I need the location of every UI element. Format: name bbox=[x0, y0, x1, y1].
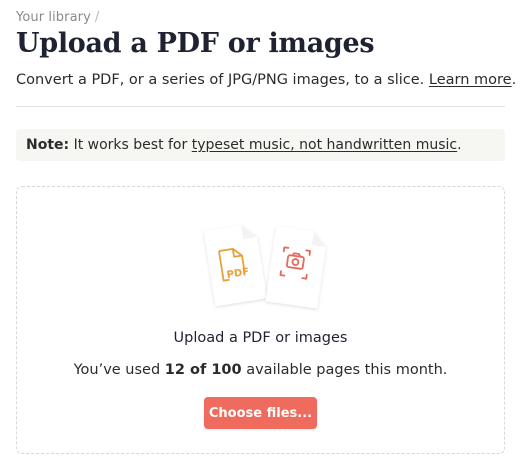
image-file-icon bbox=[265, 226, 326, 309]
page-title: Upload a PDF or images bbox=[16, 28, 375, 59]
breadcrumb-your-library-link[interactable]: Your library bbox=[16, 10, 91, 25]
breadcrumb: Your library / bbox=[16, 10, 99, 25]
subtitle-end: . bbox=[511, 72, 517, 88]
typeset-music-link[interactable]: typeset music, not handwritten music bbox=[192, 137, 457, 153]
usage-prefix: You’ve used bbox=[73, 362, 161, 378]
upload-dropzone[interactable]: PDF Upload a PDF or images You’ve used 1… bbox=[16, 186, 505, 454]
divider bbox=[16, 106, 505, 107]
upload-illustration: PDF bbox=[203, 225, 326, 309]
note-label: Note: bbox=[26, 137, 70, 153]
breadcrumb-separator: / bbox=[94, 10, 100, 25]
pdf-file-icon: PDF bbox=[203, 225, 267, 307]
usage-count: 12 of 100 bbox=[164, 362, 242, 378]
page-subtitle: Convert a PDF, or a series of JPG/PNG im… bbox=[16, 72, 516, 88]
note-end: . bbox=[457, 137, 462, 153]
subtitle-text: Convert a PDF, or a series of JPG/PNG im… bbox=[16, 72, 425, 88]
learn-more-link[interactable]: Learn more bbox=[429, 72, 512, 88]
choose-files-button[interactable]: Choose files... bbox=[204, 397, 317, 429]
usage-suffix: available pages this month. bbox=[246, 362, 448, 378]
usage-text: You’ve used 12 of 100 available pages th… bbox=[17, 362, 504, 378]
note-banner: Note: It works best for typeset music, n… bbox=[16, 129, 505, 161]
note-text: It works best for bbox=[73, 137, 188, 153]
dropzone-title: Upload a PDF or images bbox=[173, 330, 348, 346]
